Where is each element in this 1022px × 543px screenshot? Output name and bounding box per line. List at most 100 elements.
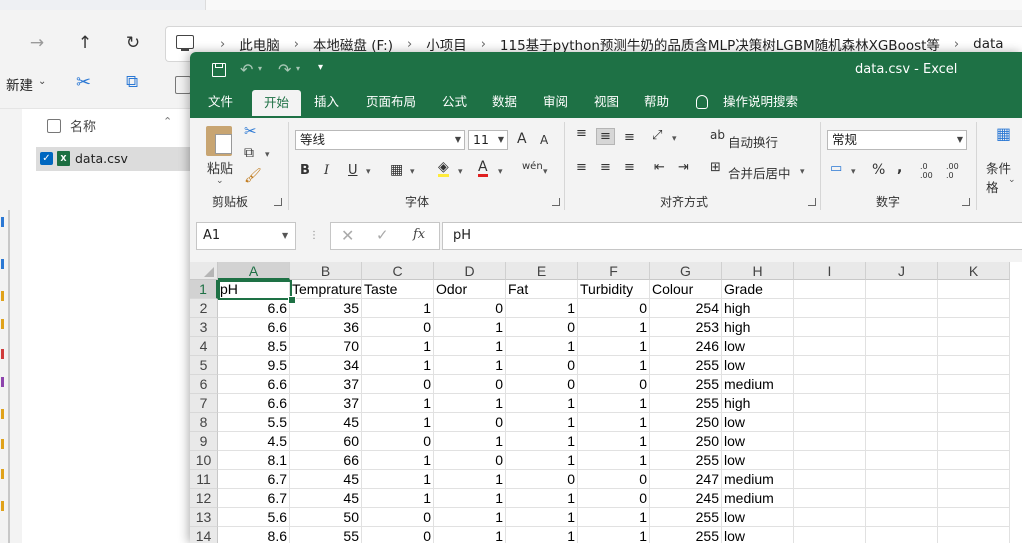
- table-cell[interactable]: [866, 470, 938, 489]
- table-cell[interactable]: 1: [506, 508, 578, 527]
- table-cell[interactable]: 1: [506, 394, 578, 413]
- table-cell[interactable]: [866, 394, 938, 413]
- table-cell[interactable]: 0: [506, 375, 578, 394]
- table-cell[interactable]: 1: [434, 318, 506, 337]
- table-cell[interactable]: 1: [578, 356, 650, 375]
- table-cell[interactable]: 5.5: [218, 413, 290, 432]
- row-header[interactable]: 9: [190, 432, 218, 451]
- cut-icon[interactable]: ✂: [76, 72, 91, 93]
- new-button[interactable]: 新建: [6, 74, 33, 94]
- table-cell[interactable]: 1: [362, 470, 434, 489]
- table-cell[interactable]: [938, 470, 1010, 489]
- table-cell[interactable]: 255: [650, 394, 722, 413]
- table-cell[interactable]: 1: [578, 413, 650, 432]
- increase-font-size-button[interactable]: A: [517, 131, 527, 147]
- table-cell[interactable]: 1: [578, 508, 650, 527]
- table-cell[interactable]: 6.6: [218, 375, 290, 394]
- row-header[interactable]: 13: [190, 508, 218, 527]
- wrap-text-button[interactable]: 自动换行: [728, 132, 778, 151]
- row-header[interactable]: 2: [190, 299, 218, 318]
- phonetic-guide-button[interactable]: wén: [522, 161, 543, 172]
- chevron-down-icon[interactable]: ▼: [282, 231, 288, 240]
- table-cell[interactable]: 36: [290, 318, 362, 337]
- decrease-indent-icon[interactable]: ⇤: [654, 160, 665, 175]
- table-cell[interactable]: 1: [362, 451, 434, 470]
- format-painter-icon[interactable]: 🖌: [244, 168, 262, 184]
- table-cell[interactable]: 1: [434, 470, 506, 489]
- table-cell[interactable]: 4.5: [218, 432, 290, 451]
- table-cell[interactable]: low: [722, 527, 794, 543]
- table-cell[interactable]: 37: [290, 394, 362, 413]
- folder-icon[interactable]: [1, 439, 4, 449]
- list-item[interactable]: ✓ X data.csv: [36, 147, 200, 171]
- increase-indent-icon[interactable]: ⇥: [678, 160, 689, 175]
- font-color-button[interactable]: A: [478, 160, 488, 177]
- chevron-down-icon[interactable]: ▾: [296, 64, 300, 73]
- dialog-launcher-icon[interactable]: [274, 198, 282, 206]
- underline-button[interactable]: U: [348, 163, 358, 178]
- tab-formulas[interactable]: 公式: [442, 88, 467, 118]
- chevron-down-icon[interactable]: ▾: [851, 167, 856, 177]
- table-cell[interactable]: 255: [650, 508, 722, 527]
- forward-icon[interactable]: →: [22, 30, 52, 56]
- table-cell[interactable]: [938, 318, 1010, 337]
- merge-center-button[interactable]: 合并后居中: [728, 163, 791, 182]
- align-right-icon[interactable]: ≡: [624, 160, 635, 175]
- conditional-formatting-button[interactable]: 条件格: [986, 158, 1022, 196]
- table-cell[interactable]: [866, 356, 938, 375]
- table-cell[interactable]: high: [722, 318, 794, 337]
- merge-center-icon[interactable]: ⊞: [710, 160, 721, 175]
- table-cell[interactable]: 1: [506, 527, 578, 543]
- redo-icon[interactable]: ↷: [278, 60, 291, 79]
- table-cell[interactable]: 70: [290, 337, 362, 356]
- table-cell[interactable]: 6.6: [218, 394, 290, 413]
- chevron-down-icon[interactable]: ▾: [458, 167, 463, 177]
- percent-button[interactable]: %: [872, 162, 885, 178]
- table-cell[interactable]: high: [722, 394, 794, 413]
- row-header[interactable]: 12: [190, 489, 218, 508]
- table-cell[interactable]: [794, 394, 866, 413]
- paste-button[interactable]: 粘贴: [207, 158, 233, 177]
- table-cell[interactable]: 0: [362, 375, 434, 394]
- table-cell[interactable]: 0: [506, 318, 578, 337]
- chevron-down-icon[interactable]: ▾: [366, 167, 371, 177]
- row-header[interactable]: 6: [190, 375, 218, 394]
- header-cell[interactable]: [866, 280, 938, 299]
- folder-icon[interactable]: [1, 291, 4, 301]
- row-header[interactable]: 10: [190, 451, 218, 470]
- column-header-b[interactable]: B: [290, 262, 362, 280]
- table-cell[interactable]: 8.6: [218, 527, 290, 543]
- table-cell[interactable]: 1: [362, 489, 434, 508]
- table-cell[interactable]: high: [722, 299, 794, 318]
- save-icon[interactable]: [212, 63, 226, 77]
- header-cell[interactable]: Temprature: [290, 280, 362, 299]
- tab-home[interactable]: 开始: [252, 90, 302, 118]
- chevron-down-icon[interactable]: ▾: [498, 167, 503, 177]
- column-header-h[interactable]: H: [722, 262, 794, 280]
- comma-button[interactable]: ,: [897, 160, 902, 176]
- table-cell[interactable]: 1: [434, 527, 506, 543]
- header-cell[interactable]: Fat: [506, 280, 578, 299]
- chevron-down-icon[interactable]: ▾: [258, 64, 262, 73]
- chevron-down-icon[interactable]: ▾: [265, 150, 270, 160]
- table-cell[interactable]: 0: [362, 318, 434, 337]
- sort-up-icon[interactable]: ⌃: [163, 115, 172, 128]
- column-header-j[interactable]: J: [866, 262, 938, 280]
- table-cell[interactable]: 1: [506, 432, 578, 451]
- table-cell[interactable]: 255: [650, 375, 722, 394]
- table-cell[interactable]: 0: [578, 470, 650, 489]
- table-cell[interactable]: [938, 337, 1010, 356]
- up-arrow-icon[interactable]: ↑: [70, 30, 100, 56]
- header-cell[interactable]: Colour: [650, 280, 722, 299]
- table-cell[interactable]: 55: [290, 527, 362, 543]
- table-cell[interactable]: [866, 432, 938, 451]
- table-cell[interactable]: 1: [362, 394, 434, 413]
- tell-me-search[interactable]: 操作说明搜索: [723, 88, 798, 118]
- table-cell[interactable]: 1: [362, 299, 434, 318]
- table-cell[interactable]: 245: [650, 489, 722, 508]
- table-cell[interactable]: 1: [506, 489, 578, 508]
- fill-handle[interactable]: [288, 296, 296, 304]
- table-cell[interactable]: 5.6: [218, 508, 290, 527]
- header-cell[interactable]: [794, 280, 866, 299]
- row-header[interactable]: 3: [190, 318, 218, 337]
